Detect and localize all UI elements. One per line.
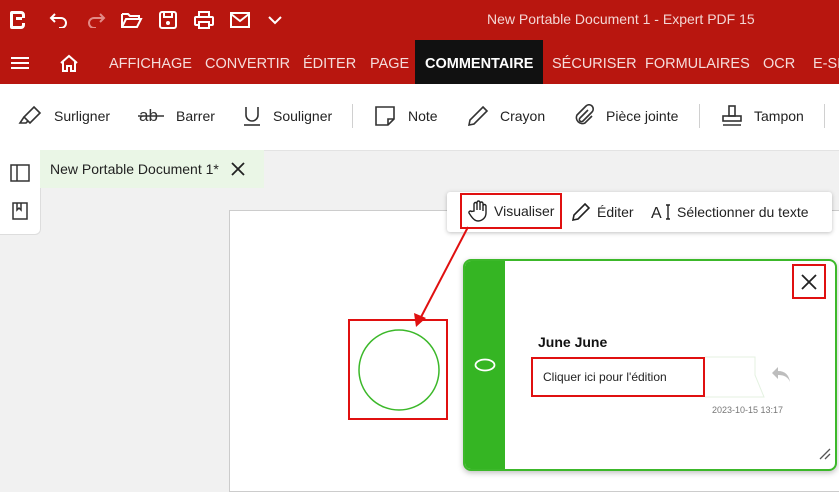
menu-editer[interactable]: ÉDITER	[303, 40, 356, 84]
open-folder-icon[interactable]	[120, 8, 144, 32]
note-timestamp: 2023-10-15 13:17	[712, 405, 784, 415]
svg-text:A: A	[651, 205, 662, 222]
paperclip-icon	[575, 104, 595, 125]
side-panel	[0, 150, 41, 235]
edit-pencil-icon	[571, 202, 591, 222]
reply-icon[interactable]	[770, 365, 792, 388]
highlight-button[interactable]: Surligner	[18, 100, 110, 132]
circle-annotation-icon	[358, 329, 440, 411]
window-title: New Portable Document 1 - Expert PDF 15	[487, 11, 755, 27]
print-icon[interactable]	[192, 8, 216, 32]
sidebar-toggle-icon[interactable]	[10, 164, 30, 187]
menu-e-signature[interactable]: E-SI	[813, 40, 839, 84]
underline-icon	[244, 107, 260, 126]
ellipse-icon	[474, 358, 496, 372]
ribbon-separator	[824, 104, 825, 128]
hand-icon	[468, 200, 487, 222]
redo-icon[interactable]	[84, 8, 108, 32]
attachment-label: Pièce jointe	[606, 108, 679, 124]
select-text-label: Sélectionner du texte	[677, 204, 809, 220]
menu-ocr[interactable]: OCR	[763, 40, 795, 84]
menu-page[interactable]: PAGE	[370, 40, 409, 84]
highlight-label: Surligner	[54, 108, 111, 124]
pencil-button[interactable]: Crayon	[466, 100, 545, 132]
view-mode-label: Visualiser	[494, 203, 555, 219]
strikeout-button[interactable]: ab Barrer	[138, 100, 215, 132]
note-button[interactable]: Note	[374, 100, 438, 132]
edit-mode-label: Éditer	[597, 204, 634, 220]
note-label: Note	[408, 108, 438, 124]
menu-formulaires[interactable]: FORMULAIRES	[645, 40, 750, 84]
close-icon	[801, 273, 817, 290]
title-bar: New Portable Document 1 - Expert PDF 15	[0, 0, 839, 40]
document-tab-label: New Portable Document 1*	[50, 161, 219, 177]
note-color-strip	[465, 261, 505, 469]
document-tab[interactable]: New Portable Document 1*	[40, 150, 264, 188]
comment-ribbon: Surligner ab Barrer Souligner Note Crayo…	[0, 84, 839, 151]
save-icon[interactable]	[156, 8, 180, 32]
pencil-label: Crayon	[500, 108, 546, 124]
menu-bar: AFFICHAGE CONVERTIR ÉDITER PAGE COMMENTA…	[0, 40, 839, 84]
reply-input[interactable]: Cliquer ici pour l'édition	[531, 357, 705, 397]
stamp-icon	[722, 105, 742, 126]
menu-securiser[interactable]: SÉCURISER	[552, 40, 637, 84]
mode-toolbar: Visualiser Éditer A Sélectionner du text…	[447, 192, 832, 232]
undo-icon[interactable]	[47, 8, 71, 32]
stamp-label: Tampon	[754, 108, 804, 124]
ribbon-separator	[352, 104, 353, 128]
text-cursor-icon: A	[651, 204, 670, 222]
menu-convertir[interactable]: CONVERTIR	[205, 40, 290, 84]
underline-button[interactable]: Souligner	[241, 100, 332, 132]
close-popup-button[interactable]	[792, 264, 826, 299]
sticky-note-icon	[375, 106, 395, 126]
resize-grip-icon[interactable]	[819, 447, 831, 465]
strikethrough-icon: ab	[138, 106, 164, 125]
stamp-button[interactable]: Tampon	[720, 100, 804, 132]
home-icon[interactable]	[57, 51, 81, 75]
pencil-icon	[467, 105, 489, 127]
underline-label: Souligner	[273, 108, 333, 124]
chevron-down-icon[interactable]	[263, 8, 287, 32]
bookmark-icon[interactable]	[12, 202, 28, 225]
view-mode-button[interactable]: Visualiser	[460, 193, 562, 229]
ribbon-separator	[699, 104, 700, 128]
circle-annotation-highlight[interactable]	[348, 319, 448, 420]
highlighter-icon	[18, 105, 42, 125]
reply-bubble-tail	[705, 356, 765, 398]
hamburger-menu-icon[interactable]	[8, 51, 32, 75]
menu-commentaire[interactable]: COMMENTAIRE	[415, 40, 544, 84]
menu-affichage[interactable]: AFFICHAGE	[109, 40, 192, 84]
strikeout-label: Barrer	[176, 108, 215, 124]
edit-mode-button[interactable]: Éditer	[571, 196, 634, 228]
email-icon[interactable]	[228, 8, 252, 32]
note-popup: June June Cliquer ici pour l'édition 202…	[463, 259, 837, 471]
close-tab-icon[interactable]	[231, 162, 245, 176]
note-author: June June	[538, 334, 608, 350]
attachment-button[interactable]: Pièce jointe	[572, 100, 678, 132]
select-text-button[interactable]: A Sélectionner du texte	[651, 196, 809, 228]
app-logo-icon[interactable]	[6, 8, 30, 32]
